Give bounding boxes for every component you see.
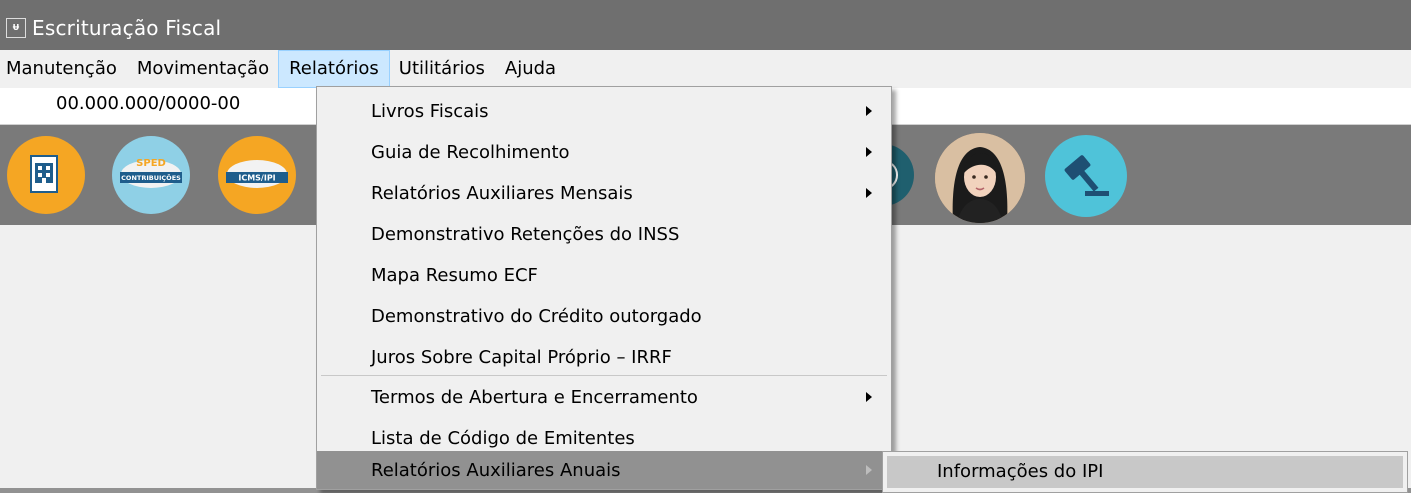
menu-movimentacao[interactable]: Movimentação — [127, 51, 279, 87]
menu-item-label: Relatórios Auxiliares Mensais — [371, 182, 633, 204]
sped-label-bottom: CONTRIBUIÇÕES — [121, 173, 181, 182]
sped-label-top: SPED — [136, 158, 166, 169]
menu-item-termos-abertura-encerramento[interactable]: Termos de Abertura e Encerramento — [317, 377, 891, 417]
menu-utilitarios[interactable]: Utilitários — [389, 51, 495, 87]
menu-item-label: Livros Fiscais — [371, 100, 489, 122]
menu-bar: Manutenção Movimentação Relatórios Utili… — [0, 50, 1411, 88]
anuais-submenu: Informações do IPI — [882, 451, 1408, 493]
menu-item-label: Relatórios Auxiliares Anuais — [371, 459, 621, 481]
submenu-arrow-icon — [866, 465, 872, 475]
company-cnpj: 00.000.000/0000-00 — [56, 93, 241, 114]
submenu-arrow-icon — [866, 106, 872, 116]
icms-ipi-icon[interactable]: ICMS/IPI — [218, 136, 296, 214]
assistant-avatar-icon[interactable] — [935, 133, 1025, 223]
menu-item-label: Demonstrativo do Crédito outorgado — [371, 305, 702, 327]
menu-item-relatorios-auxiliares-anuais[interactable]: Relatórios Auxiliares Anuais — [317, 451, 891, 489]
relatorios-dropdown: Livros Fiscais Guia de Recolhimento Rela… — [316, 86, 892, 490]
window-title: Escrituração Fiscal — [32, 16, 222, 40]
menu-item-informacoes-ipi[interactable]: Informações do IPI — [887, 456, 1403, 488]
menu-relatorios[interactable]: Relatórios — [278, 50, 390, 88]
menu-manutencao[interactable]: Manutenção — [0, 51, 127, 87]
menu-item-guia-recolhimento[interactable]: Guia de Recolhimento — [317, 132, 891, 172]
menu-item-label: Guia de Recolhimento — [371, 141, 570, 163]
icms-ipi-label: ICMS/IPI — [238, 174, 275, 183]
app-icon[interactable]: ᵾ — [6, 18, 26, 38]
menu-item-demonstrativo-credito-outorgado[interactable]: Demonstrativo do Crédito outorgado — [317, 296, 891, 336]
submenu-arrow-icon — [866, 392, 872, 402]
building-document-icon[interactable] — [7, 136, 85, 214]
menu-item-demonstrativo-retencoes-inss[interactable]: Demonstrativo Retenções do INSS — [317, 214, 891, 254]
menu-item-label: Informações do IPI — [937, 461, 1104, 482]
sped-contribuicoes-icon[interactable]: SPED CONTRIBUIÇÕES — [112, 136, 190, 214]
menu-item-livros-fiscais[interactable]: Livros Fiscais — [317, 91, 891, 131]
menu-item-relatorios-auxiliares-mensais[interactable]: Relatórios Auxiliares Mensais — [317, 173, 891, 213]
submenu-arrow-icon — [866, 147, 872, 157]
menu-separator — [321, 375, 887, 376]
title-bar: ᵾ Escrituração Fiscal — [0, 0, 1411, 50]
menu-item-label: Juros Sobre Capital Próprio – IRRF — [371, 346, 672, 368]
submenu-arrow-icon — [866, 188, 872, 198]
menu-item-label: Mapa Resumo ECF — [371, 264, 538, 286]
menu-item-label: Lista de Código de Emitentes — [371, 427, 635, 449]
menu-item-juros-capital-proprio[interactable]: Juros Sobre Capital Próprio – IRRF — [317, 337, 891, 377]
menu-item-label: Demonstrativo Retenções do INSS — [371, 223, 680, 245]
menu-item-mapa-resumo-ecf[interactable]: Mapa Resumo ECF — [317, 255, 891, 295]
gavel-icon[interactable] — [1045, 135, 1127, 217]
menu-ajuda[interactable]: Ajuda — [495, 51, 566, 87]
menu-item-label: Termos de Abertura e Encerramento — [371, 386, 698, 408]
